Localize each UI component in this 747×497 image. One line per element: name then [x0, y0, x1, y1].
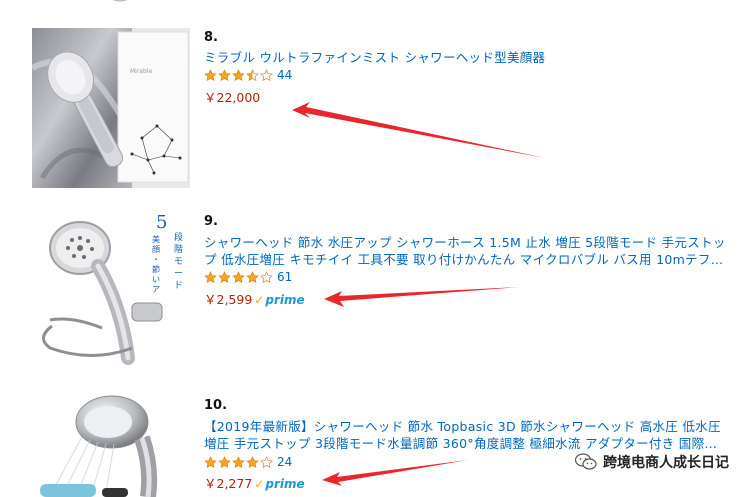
star-icon	[232, 68, 245, 81]
product-price: ￥2,277	[204, 476, 253, 491]
star-icon	[246, 455, 259, 468]
star-icon	[218, 68, 231, 81]
prime-check-icon: ✓	[254, 293, 265, 307]
wechat-icon	[575, 453, 597, 470]
star-icon	[204, 455, 217, 468]
partial-image-top	[112, 0, 128, 2]
product-rating[interactable]: 44	[204, 68, 292, 82]
watermark-text: 跨境电商人成长日记	[603, 455, 729, 471]
thumbnail-mode-number: 5	[156, 212, 167, 233]
star-rating[interactable]	[204, 455, 274, 469]
price-row: ￥22,000	[204, 87, 260, 106]
star-icon	[260, 68, 273, 81]
annotation-arrow	[322, 460, 468, 486]
star-icon	[232, 455, 245, 468]
product-title-link[interactable]: 【2019年最新版】シャワーヘッド 節水 Topbasic 3D 節水シャワーヘ…	[204, 418, 729, 452]
review-count-link[interactable]: 44	[277, 68, 292, 82]
product-rating[interactable]: 61	[204, 270, 292, 284]
product-rank: 9.	[204, 214, 218, 229]
review-count-link[interactable]: 24	[277, 455, 292, 469]
prime-label: prime	[265, 477, 305, 491]
star-icon	[218, 270, 231, 283]
annotation-arrow	[292, 102, 545, 158]
svg-text:Mirable: Mirable	[130, 68, 152, 75]
svg-text:ア: ア	[152, 285, 160, 294]
review-count-link[interactable]: 61	[277, 270, 292, 284]
product-price: ￥22,000	[204, 90, 261, 105]
svg-text:節: 節	[152, 264, 160, 274]
svg-text:・: ・	[152, 255, 160, 264]
product-rank: 8.	[204, 30, 218, 45]
star-icon	[204, 270, 217, 283]
prime-label: prime	[265, 293, 305, 307]
product-thumbnail[interactable]: Mirable	[32, 28, 190, 188]
product-thumbnail[interactable]: 5 段 階 モ ー ド 美顔・ 節いア	[32, 208, 190, 370]
product-price: ￥2,599	[204, 292, 253, 307]
star-icon	[260, 455, 273, 468]
star-icon	[218, 455, 231, 468]
product-title-link[interactable]: ミラブル ウルトラファインミスト シャワーヘッド型美顔器	[204, 49, 729, 66]
svg-text:い: い	[152, 275, 160, 284]
mirable-shower-head-boxed-product-image: Mirable	[32, 28, 189, 188]
chrome-shower-head-product-image	[40, 395, 158, 497]
star-rating[interactable]	[204, 68, 274, 82]
star-rating[interactable]	[204, 270, 274, 284]
star-icon	[232, 270, 245, 283]
svg-text:階: 階	[174, 244, 183, 255]
product-title-link[interactable]: シャワーヘッド 節水 水圧アップ シャワーホース 1.5M 止水 増圧 5段階モ…	[204, 234, 729, 268]
svg-text:段: 段	[174, 231, 183, 243]
watermark: 跨境电商人成长日记	[575, 452, 729, 472]
star-icon	[204, 68, 217, 81]
product-thumbnail[interactable]	[32, 392, 190, 497]
star-icon	[246, 270, 259, 283]
star-icon	[246, 68, 259, 81]
prime-badge: ✓ prime	[254, 293, 304, 307]
svg-text:ー: ー	[174, 269, 183, 279]
prime-badge: ✓ prime	[254, 477, 304, 491]
shower-head-with-hose-product-image: 5 段 階 モ ー ド 美顔・ 節いア	[42, 212, 183, 365]
price-row: ￥2,599 ✓ prime	[204, 289, 305, 308]
annotation-arrow	[324, 287, 520, 307]
product-rating[interactable]: 24	[204, 455, 292, 469]
prime-check-icon: ✓	[254, 477, 265, 491]
svg-text:ド: ド	[174, 281, 183, 291]
svg-text:美: 美	[152, 234, 160, 244]
svg-text:顔: 顔	[152, 244, 160, 254]
svg-text:モ: モ	[174, 257, 183, 267]
product-rank: 10.	[204, 398, 228, 413]
star-icon	[260, 270, 273, 283]
price-row: ￥2,277 ✓ prime	[204, 473, 305, 492]
